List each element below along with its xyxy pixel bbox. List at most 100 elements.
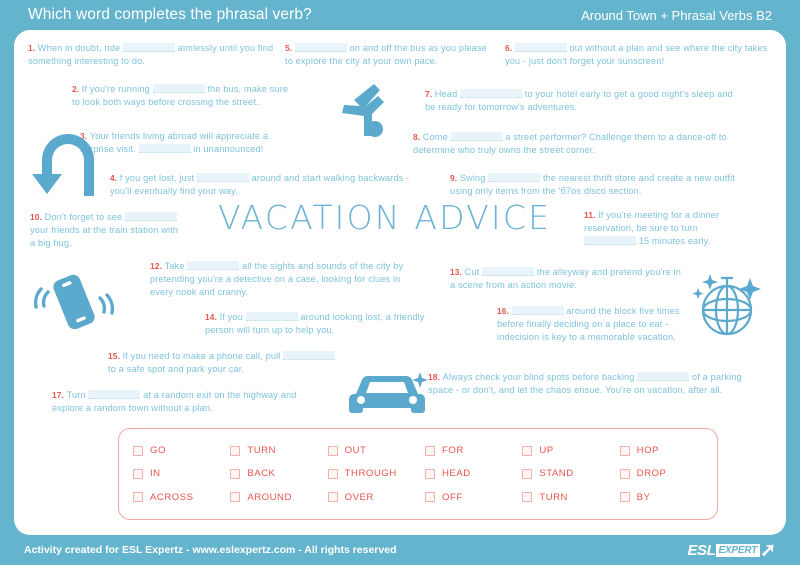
word-bank-label: AROUND	[247, 491, 292, 503]
answer-blank[interactable]	[152, 84, 205, 93]
question-number: 7.	[425, 89, 435, 99]
word-bank-checkbox[interactable]	[522, 492, 533, 503]
word-bank-checkbox[interactable]	[425, 468, 435, 479]
word-bank-checkbox[interactable]	[619, 492, 630, 503]
logo-swoosh-icon: ➚	[760, 539, 776, 561]
word-bank-item[interactable]: OUT	[327, 445, 425, 457]
word-bank-item[interactable]: THROUGH	[327, 468, 425, 479]
answer-blank[interactable]	[511, 306, 564, 315]
answer-blank[interactable]	[123, 43, 175, 52]
answer-blank[interactable]	[482, 267, 535, 276]
question-number: 10.	[30, 212, 45, 222]
word-bank-label: GO	[150, 445, 166, 457]
word-bank-checkbox[interactable]	[425, 492, 435, 503]
answer-blank[interactable]	[124, 212, 177, 221]
word-bank-item[interactable]: UP	[522, 445, 619, 456]
word-bank-label: ACROSS	[150, 491, 194, 503]
logo-primary-text: ESL	[687, 541, 716, 559]
word-bank-checkbox[interactable]	[522, 445, 533, 456]
word-bank-checkbox[interactable]	[425, 445, 435, 456]
answer-blank[interactable]	[187, 261, 240, 270]
word-bank-item[interactable]: TURN	[522, 492, 619, 503]
word-bank-checkbox[interactable]	[230, 468, 241, 479]
word-bank-label: OVER	[344, 491, 374, 503]
word-bank-label: BY	[636, 491, 651, 503]
question-7: 7. Head to your hotel early to get a goo…	[425, 89, 733, 113]
word-bank-item[interactable]: STAND	[522, 468, 619, 479]
word-bank-checkbox[interactable]	[522, 468, 533, 479]
answer-blank[interactable]	[637, 372, 690, 381]
word-bank-checkbox[interactable]	[133, 445, 143, 456]
answer-blank[interactable]	[283, 351, 336, 360]
word-bank-checkbox[interactable]	[230, 492, 241, 503]
question-12: 12. Take all the sights and sounds of th…	[150, 261, 404, 298]
word-bank-item[interactable]: OFF	[425, 492, 522, 503]
word-bank-label: UP	[539, 445, 554, 457]
question-number: 12.	[150, 261, 165, 271]
word-bank-item[interactable]: BY	[619, 491, 717, 503]
word-bank-label: TURN	[247, 445, 276, 457]
u-turn-arrow-icon	[32, 134, 94, 196]
question-number: 15.	[108, 351, 123, 361]
answer-blank[interactable]	[450, 132, 503, 141]
word-bank-checkbox[interactable]	[619, 468, 630, 479]
word-bank-item[interactable]: GO	[133, 445, 230, 456]
answer-blank[interactable]	[294, 43, 347, 52]
word-bank-item[interactable]: BACK	[230, 468, 327, 479]
word-bank-checkbox[interactable]	[133, 492, 143, 503]
word-bank-item[interactable]: ACROSS	[133, 492, 230, 503]
word-bank-checkbox[interactable]	[327, 445, 338, 456]
question-number: 2.	[72, 84, 82, 94]
word-bank-item[interactable]: HEAD	[425, 468, 522, 479]
question-number: 1.	[28, 43, 38, 53]
question-number: 11.	[584, 210, 599, 220]
question-17: 17. Turn at a random exit on the highway…	[52, 390, 297, 414]
word-bank-item[interactable]: IN	[133, 468, 230, 479]
word-bank-item[interactable]: HOP	[619, 445, 717, 457]
answer-blank[interactable]	[514, 43, 567, 52]
question-number: 9.	[450, 173, 460, 183]
question-15: 15. If you need to make a phone call, pu…	[108, 350, 343, 376]
car-icon	[349, 372, 428, 413]
answer-blank[interactable]	[196, 173, 249, 182]
word-bank-label: FOR	[442, 445, 464, 457]
question-9: 9. Swing the nearest thrift store and cr…	[450, 173, 736, 197]
word-bank-checkbox[interactable]	[133, 468, 143, 479]
word-bank-item[interactable]: FOR	[425, 445, 522, 456]
answer-blank[interactable]	[138, 144, 191, 154]
answer-blank[interactable]	[88, 390, 141, 399]
answer-blank[interactable]	[245, 312, 298, 321]
question-number: 18.	[428, 372, 443, 382]
word-bank-label: STAND	[539, 468, 574, 480]
answer-blank[interactable]	[460, 89, 523, 98]
question-number: 6.	[505, 43, 515, 53]
logo-secondary-text: EXPERT	[716, 543, 761, 557]
word-bank-label: HOP	[636, 445, 659, 457]
word-bank-label: OFF	[442, 491, 463, 503]
question-number: 5.	[285, 43, 295, 53]
word-bank-label: OUT	[344, 445, 367, 457]
word-bank-item[interactable]: DROP	[619, 468, 717, 479]
word-bank-label: IN	[150, 468, 161, 480]
question-13: 13. Cut the alleyway and pretend you're …	[450, 267, 681, 291]
word-bank-checkbox[interactable]	[619, 445, 630, 456]
answer-blank[interactable]	[584, 236, 636, 246]
breakdancer-icon	[342, 84, 384, 137]
word-bank: GO TURN OUT FOR UP HOP IN BACK THROUGH HEAD STAND D…	[118, 428, 718, 520]
word-bank-checkbox[interactable]	[327, 492, 338, 503]
question-number: 17.	[52, 390, 67, 400]
question-6: 6. out without a plan and see where the …	[505, 43, 768, 67]
answer-blank[interactable]	[488, 173, 541, 182]
word-bank-item[interactable]: AROUND	[230, 492, 327, 503]
word-bank-checkbox[interactable]	[230, 445, 241, 456]
page-footer: Activity created for ESL Expertz - www.e…	[0, 535, 800, 565]
word-bank-checkbox[interactable]	[327, 468, 338, 479]
vibrating-phone-icon	[33, 274, 115, 330]
word-bank-item[interactable]: TURN	[230, 445, 327, 456]
word-bank-item[interactable]: OVER	[327, 491, 425, 503]
question-1: 1. When in doubt, ride aimlessly until y…	[28, 43, 274, 67]
question-14: 14. If you around looking lost, a friend…	[205, 312, 425, 336]
question-3: 3. Your friends living abroad will appre…	[80, 131, 269, 155]
page-subtitle: Around Town + Phrasal Verbs B2	[581, 7, 772, 23]
question-8: 8. Come a street performer? Challenge th…	[413, 132, 727, 156]
